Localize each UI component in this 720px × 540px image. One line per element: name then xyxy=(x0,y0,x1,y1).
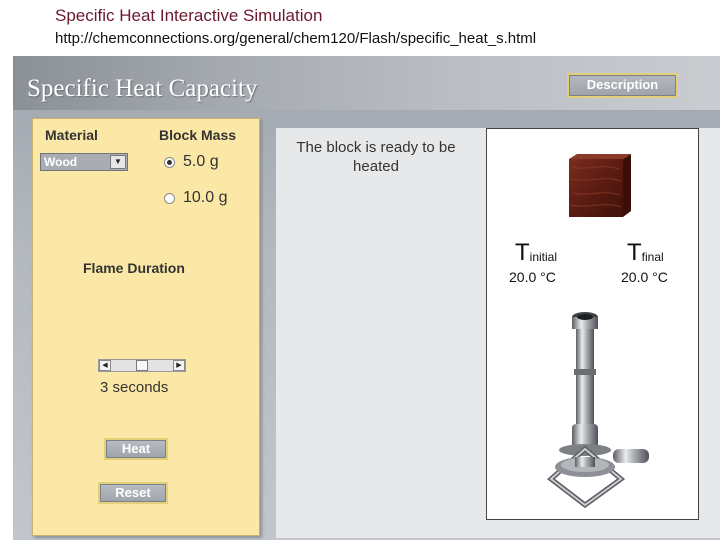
block-mass-label: Block Mass xyxy=(159,127,237,143)
material-label: Material xyxy=(45,127,98,143)
flame-duration-label: Flame Duration xyxy=(83,260,185,276)
sim-title: Specific Heat Capacity xyxy=(27,75,258,102)
bunsen-burner-icon xyxy=(547,312,649,509)
description-button[interactable]: Description xyxy=(567,73,678,98)
slider-right-arrow-icon[interactable]: ▶ xyxy=(173,360,185,371)
t-final-value: 20.0 °C xyxy=(621,269,668,285)
status-message: The block is ready to be heated xyxy=(296,139,456,175)
mass-radio-10g[interactable] xyxy=(164,193,175,204)
experiment-scene: Tinitial 20.0 °C Tfinal 20.0 °C xyxy=(486,128,699,520)
wood-block-icon xyxy=(569,154,631,217)
slide-title: Specific Heat Interactive Simulation xyxy=(55,6,323,25)
status-panel: The block is ready to be heated Tinitial… xyxy=(276,128,720,538)
reset-button[interactable]: Reset xyxy=(98,482,168,504)
t-initial-label: Tinitial xyxy=(515,239,558,266)
t-initial-value: 20.0 °C xyxy=(509,269,556,285)
mass-option-5g[interactable]: 5.0 g xyxy=(183,153,219,171)
heat-button[interactable]: Heat xyxy=(104,438,168,460)
t-final-label: Tfinal xyxy=(627,239,664,266)
material-value: Wood xyxy=(44,155,78,169)
flame-duration-slider[interactable]: ◀ ▶ xyxy=(98,359,186,372)
sim-header: Specific Heat Capacity Description xyxy=(13,56,720,110)
slide-url[interactable]: http://chemconnections.org/general/chem1… xyxy=(55,30,536,47)
simulation-window: Specific Heat Capacity Description Mater… xyxy=(13,56,720,540)
slider-thumb[interactable] xyxy=(136,360,148,371)
controls-panel: Material Wood ▼ Block Mass 5.0 g 10.0 g … xyxy=(32,118,260,536)
mass-radio-5g[interactable] xyxy=(164,157,175,168)
material-select[interactable]: Wood ▼ xyxy=(40,153,128,171)
slider-left-arrow-icon[interactable]: ◀ xyxy=(99,360,111,371)
flame-duration-value: 3 seconds xyxy=(100,379,169,396)
chevron-down-icon[interactable]: ▼ xyxy=(110,155,126,169)
mass-option-10g[interactable]: 10.0 g xyxy=(183,189,227,207)
